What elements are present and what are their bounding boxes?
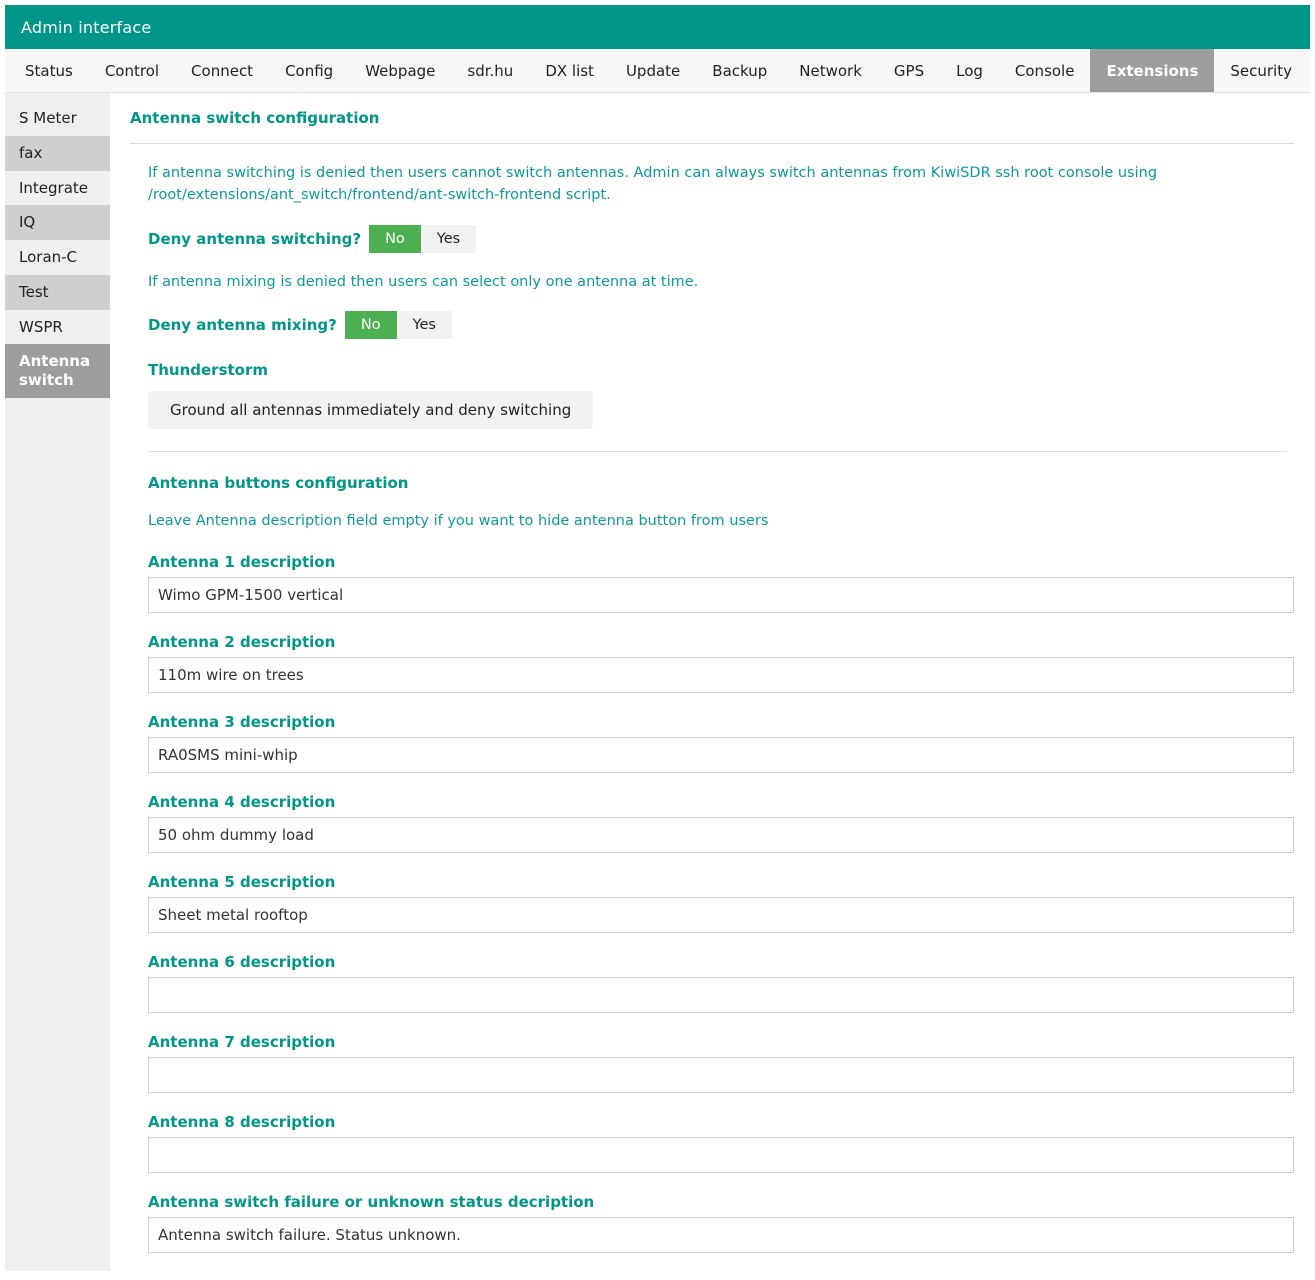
ground-all-antennas-button[interactable]: Ground all antennas immediately and deny… — [148, 391, 594, 430]
app-title: Admin interface — [21, 17, 152, 37]
nav-tab-connect[interactable]: Connect — [175, 49, 269, 92]
antenna-2-input[interactable] — [148, 656, 1294, 693]
main-content: Antenna switch configuration If antenna … — [110, 93, 1310, 1271]
deny-mixing-option-no[interactable]: No — [344, 311, 397, 340]
body-split: S Meter fax Integrate IQ Loran-C Test WSPR Ante… — [5, 93, 1310, 1271]
antenna-5-input[interactable] — [148, 896, 1294, 933]
antenna-buttons-hint: Leave Antenna description field empty if… — [148, 513, 769, 530]
sidebar-item-loran-c[interactable]: Loran-C — [5, 240, 110, 275]
nav-tab-control[interactable]: Control — [89, 49, 175, 92]
antenna-2-label: Antenna 2 description — [148, 632, 336, 651]
bottom-spacer — [148, 1253, 1294, 1271]
nav-tab-webpage[interactable]: Webpage — [349, 49, 451, 92]
nav-tab-backup[interactable]: Backup — [696, 49, 783, 92]
antenna-3-label: Antenna 3 description — [148, 712, 336, 731]
nav-tab-security[interactable]: Security — [1214, 49, 1308, 92]
nav-tab-extensions[interactable]: Extensions — [1090, 49, 1215, 92]
antenna-buttons-section: Antenna buttons configuration Leave Ante… — [130, 474, 1294, 1270]
antenna-5-label: Antenna 5 description — [148, 872, 336, 891]
deny-switching-row: Deny antenna switching? No Yes — [148, 224, 1294, 253]
nav-tab-network[interactable]: Network — [783, 49, 878, 92]
antenna-buttons-title: Antenna buttons configuration — [148, 474, 409, 493]
antenna-1-label: Antenna 1 description — [148, 552, 336, 571]
switching-section: If antenna switching is denied then user… — [130, 162, 1294, 430]
failure-description-label: Antenna switch failure or unknown status… — [148, 1192, 595, 1211]
antenna-7-input[interactable] — [148, 1056, 1294, 1093]
sidebar-item-iq[interactable]: IQ — [5, 205, 110, 240]
antenna-1-input[interactable] — [148, 576, 1294, 613]
antenna-fields-list: Antenna 1 description Antenna 2 descripti… — [148, 553, 1294, 1173]
deny-mixing-toggle-group: No Yes — [344, 311, 452, 340]
antenna-3-input[interactable] — [148, 736, 1294, 773]
sidebar-item-test[interactable]: Test — [5, 274, 110, 310]
antenna-6-label: Antenna 6 description — [148, 952, 336, 971]
thunderstorm-title: Thunderstorm — [148, 361, 269, 380]
antenna-8-label: Antenna 8 description — [148, 1112, 336, 1131]
sidebar-item-s-meter[interactable]: S Meter — [5, 101, 110, 136]
extensions-sidebar: S Meter fax Integrate IQ Loran-C Test WSPR Ante… — [5, 93, 110, 1271]
switching-info-text: If antenna switching is denied then user… — [148, 165, 1158, 204]
antenna-6-input[interactable] — [148, 976, 1294, 1013]
deny-mixing-label: Deny antenna mixing? — [148, 316, 337, 335]
sidebar-item-wspr[interactable]: WSPR — [5, 310, 110, 345]
title-divider — [130, 143, 1294, 144]
failure-description-input[interactable] — [148, 1216, 1294, 1253]
deny-mixing-row: Deny antenna mixing? No Yes — [148, 311, 1294, 340]
nav-tab-dx-list[interactable]: DX list — [529, 49, 610, 92]
nav-tab-gps[interactable]: GPS — [878, 49, 940, 92]
sidebar-item-integrate[interactable]: Integrate — [5, 171, 110, 206]
sidebar-item-antenna-switch[interactable]: Antenna switch — [5, 344, 110, 398]
app-titlebar: Admin interface — [5, 5, 1310, 49]
antenna-7-label: Antenna 7 description — [148, 1032, 336, 1051]
antenna-4-input[interactable] — [148, 816, 1294, 853]
admin-page: Admin interface Status Control Connect Conf… — [5, 5, 1310, 1271]
main-nav: Status Control Connect Config Webpage sdr.hu D… — [5, 49, 1310, 93]
antenna-8-input[interactable] — [148, 1136, 1294, 1173]
nav-tab-update[interactable]: Update — [610, 49, 696, 92]
page-title: Antenna switch configuration — [130, 109, 380, 127]
deny-mixing-option-yes[interactable]: Yes — [396, 311, 452, 340]
section-divider — [148, 451, 1287, 453]
nav-tab-log[interactable]: Log — [940, 49, 999, 92]
deny-switching-toggle-group: No Yes — [369, 224, 477, 253]
deny-switching-option-no[interactable]: No — [369, 224, 421, 253]
mixing-info-text: If antenna mixing is denied then users c… — [148, 273, 699, 290]
nav-tab-console[interactable]: Console — [999, 49, 1091, 92]
deny-switching-option-yes[interactable]: Yes — [420, 224, 477, 253]
nav-tab-config[interactable]: Config — [269, 49, 349, 92]
nav-tab-sdr-hu[interactable]: sdr.hu — [451, 49, 529, 92]
deny-switching-label: Deny antenna switching? — [148, 229, 362, 248]
antenna-4-label: Antenna 4 description — [148, 792, 336, 811]
nav-tab-status[interactable]: Status — [9, 49, 89, 92]
sidebar-item-fax[interactable]: fax — [5, 135, 110, 171]
